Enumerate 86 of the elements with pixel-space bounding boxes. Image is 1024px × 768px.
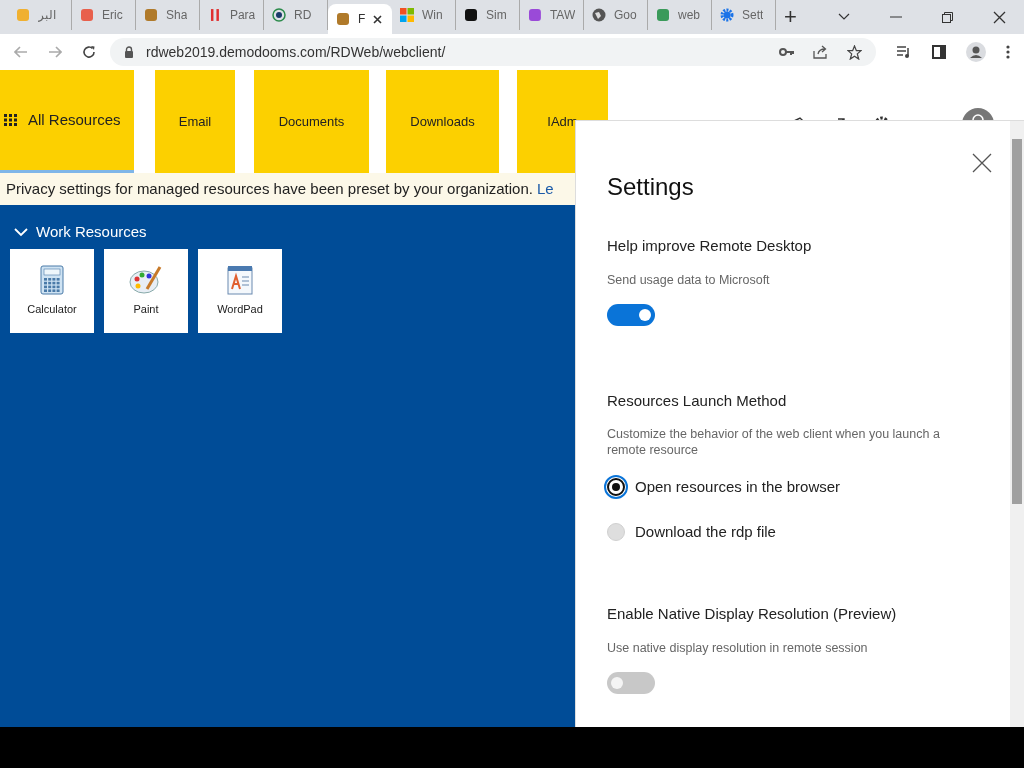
- side-panel-icon[interactable]: [932, 45, 946, 59]
- radio-option[interactable]: Download the rdp file: [607, 520, 992, 543]
- section-heading: Help improve Remote Desktop: [607, 236, 813, 256]
- nav-tile-label: Documents: [278, 112, 345, 131]
- avatar-icon[interactable]: [966, 42, 986, 62]
- nav-tile-label: Email: [178, 112, 212, 131]
- close-icon[interactable]: [993, 10, 1006, 24]
- close-icon[interactable]: [373, 14, 383, 24]
- windows-icon: [400, 8, 414, 22]
- radio-button[interactable]: [607, 478, 625, 497]
- scrollbar[interactable]: [1010, 121, 1024, 727]
- app-tile[interactable]: Paint: [104, 249, 188, 333]
- section-description: Use native display resolution in remote session: [607, 639, 869, 656]
- app-name: Calculator: [27, 301, 77, 317]
- grid-icon: [4, 114, 18, 126]
- site-icon: [656, 8, 670, 22]
- tab-title: Win: [422, 7, 443, 24]
- app-name: Paint: [133, 301, 159, 317]
- browser-tab[interactable]: Sett: [712, 0, 776, 30]
- tab-title: TAW: [549, 7, 575, 24]
- close-icon[interactable]: [972, 153, 992, 173]
- reload-icon[interactable]: [82, 45, 96, 59]
- nav-tile[interactable]: Email: [155, 70, 235, 173]
- browser-tab[interactable]: Para: [200, 0, 264, 30]
- site-icon: [528, 8, 542, 22]
- tab-title: Eric: [102, 7, 123, 24]
- browser-tab[interactable]: Win: [392, 0, 456, 30]
- site-icon: [144, 8, 158, 22]
- nav-tile[interactable]: Downloads: [386, 70, 499, 173]
- new-tab-button[interactable]: +: [784, 6, 797, 28]
- target-icon: [272, 8, 286, 22]
- app-tile[interactable]: Calculator: [10, 249, 94, 333]
- section-description: Customize the behavior of the web client when you launch a remote resource: [607, 426, 941, 458]
- tab-title: Para: [229, 7, 255, 24]
- bars-icon: [208, 8, 222, 22]
- globe-icon: [592, 8, 606, 22]
- address-field[interactable]: rdweb2019.demodooms.com/RDWeb/webclient/: [110, 38, 876, 66]
- star-icon[interactable]: [847, 44, 862, 60]
- site-icon: [464, 8, 478, 22]
- site-icon: [80, 8, 94, 22]
- nav-tile[interactable]: Documents: [254, 70, 369, 173]
- group-title: Work Resources: [36, 221, 147, 242]
- browser-tab[interactable]: Eric: [72, 0, 136, 30]
- key-icon[interactable]: [779, 47, 795, 57]
- palette-icon: [129, 264, 163, 295]
- tab-title: F: [358, 11, 366, 28]
- tab-title: Goo: [614, 7, 637, 24]
- lock-icon: [124, 46, 134, 58]
- site-icon: [336, 12, 350, 26]
- chevron-down-icon[interactable]: [838, 13, 850, 21]
- tab-title: Sim: [486, 7, 507, 24]
- radio-option[interactable]: Open resources in the browser: [607, 476, 992, 499]
- gear-icon: [720, 8, 734, 22]
- section-description: Send usage data to Microsoft: [607, 271, 771, 288]
- app-name: WordPad: [217, 301, 263, 317]
- playlist-icon[interactable]: [896, 45, 912, 59]
- toggle-switch[interactable]: [607, 671, 655, 694]
- browser-tab[interactable]: Sha: [136, 0, 200, 30]
- toggle-switch[interactable]: [607, 303, 655, 326]
- calculator-icon: [40, 264, 64, 295]
- share-icon[interactable]: [813, 45, 829, 59]
- browser-tab[interactable]: Goo: [584, 0, 648, 30]
- nav-tile-label: Downloads: [410, 112, 475, 131]
- tab-title: web: [678, 7, 700, 24]
- browser-tab[interactable]: TAW: [520, 0, 584, 30]
- learn-more-link[interactable]: Le: [536, 177, 554, 201]
- tab-title: البر: [38, 7, 56, 24]
- nav-tile[interactable]: All Resources: [0, 70, 134, 173]
- nav-tile-label: All Resources: [28, 109, 121, 130]
- browser-tab[interactable]: Sim: [456, 0, 520, 30]
- app-tile[interactable]: WordPad: [198, 249, 282, 333]
- banner-text: Privacy settings for managed resources have been preset by your organization.: [6, 178, 533, 199]
- restore-icon[interactable]: [942, 11, 953, 23]
- browser-tab[interactable]: web: [648, 0, 712, 30]
- tab-title: RD: [294, 7, 312, 24]
- tab-title: Sha: [166, 7, 188, 24]
- document-icon: [227, 264, 253, 295]
- tab-title: Sett: [742, 7, 764, 24]
- more-icon[interactable]: [1006, 45, 1010, 59]
- url-text: rdweb2019.demodooms.com/RDWeb/webclient/: [146, 42, 447, 62]
- browser-tab[interactable]: البر: [8, 0, 72, 30]
- section-heading: Enable Native Display Resolution (Preview): [607, 604, 898, 624]
- panel-title: Settings: [607, 172, 694, 202]
- site-icon: [16, 8, 30, 22]
- section-heading: Resources Launch Method: [607, 390, 788, 411]
- browser-tab[interactable]: F: [328, 4, 392, 34]
